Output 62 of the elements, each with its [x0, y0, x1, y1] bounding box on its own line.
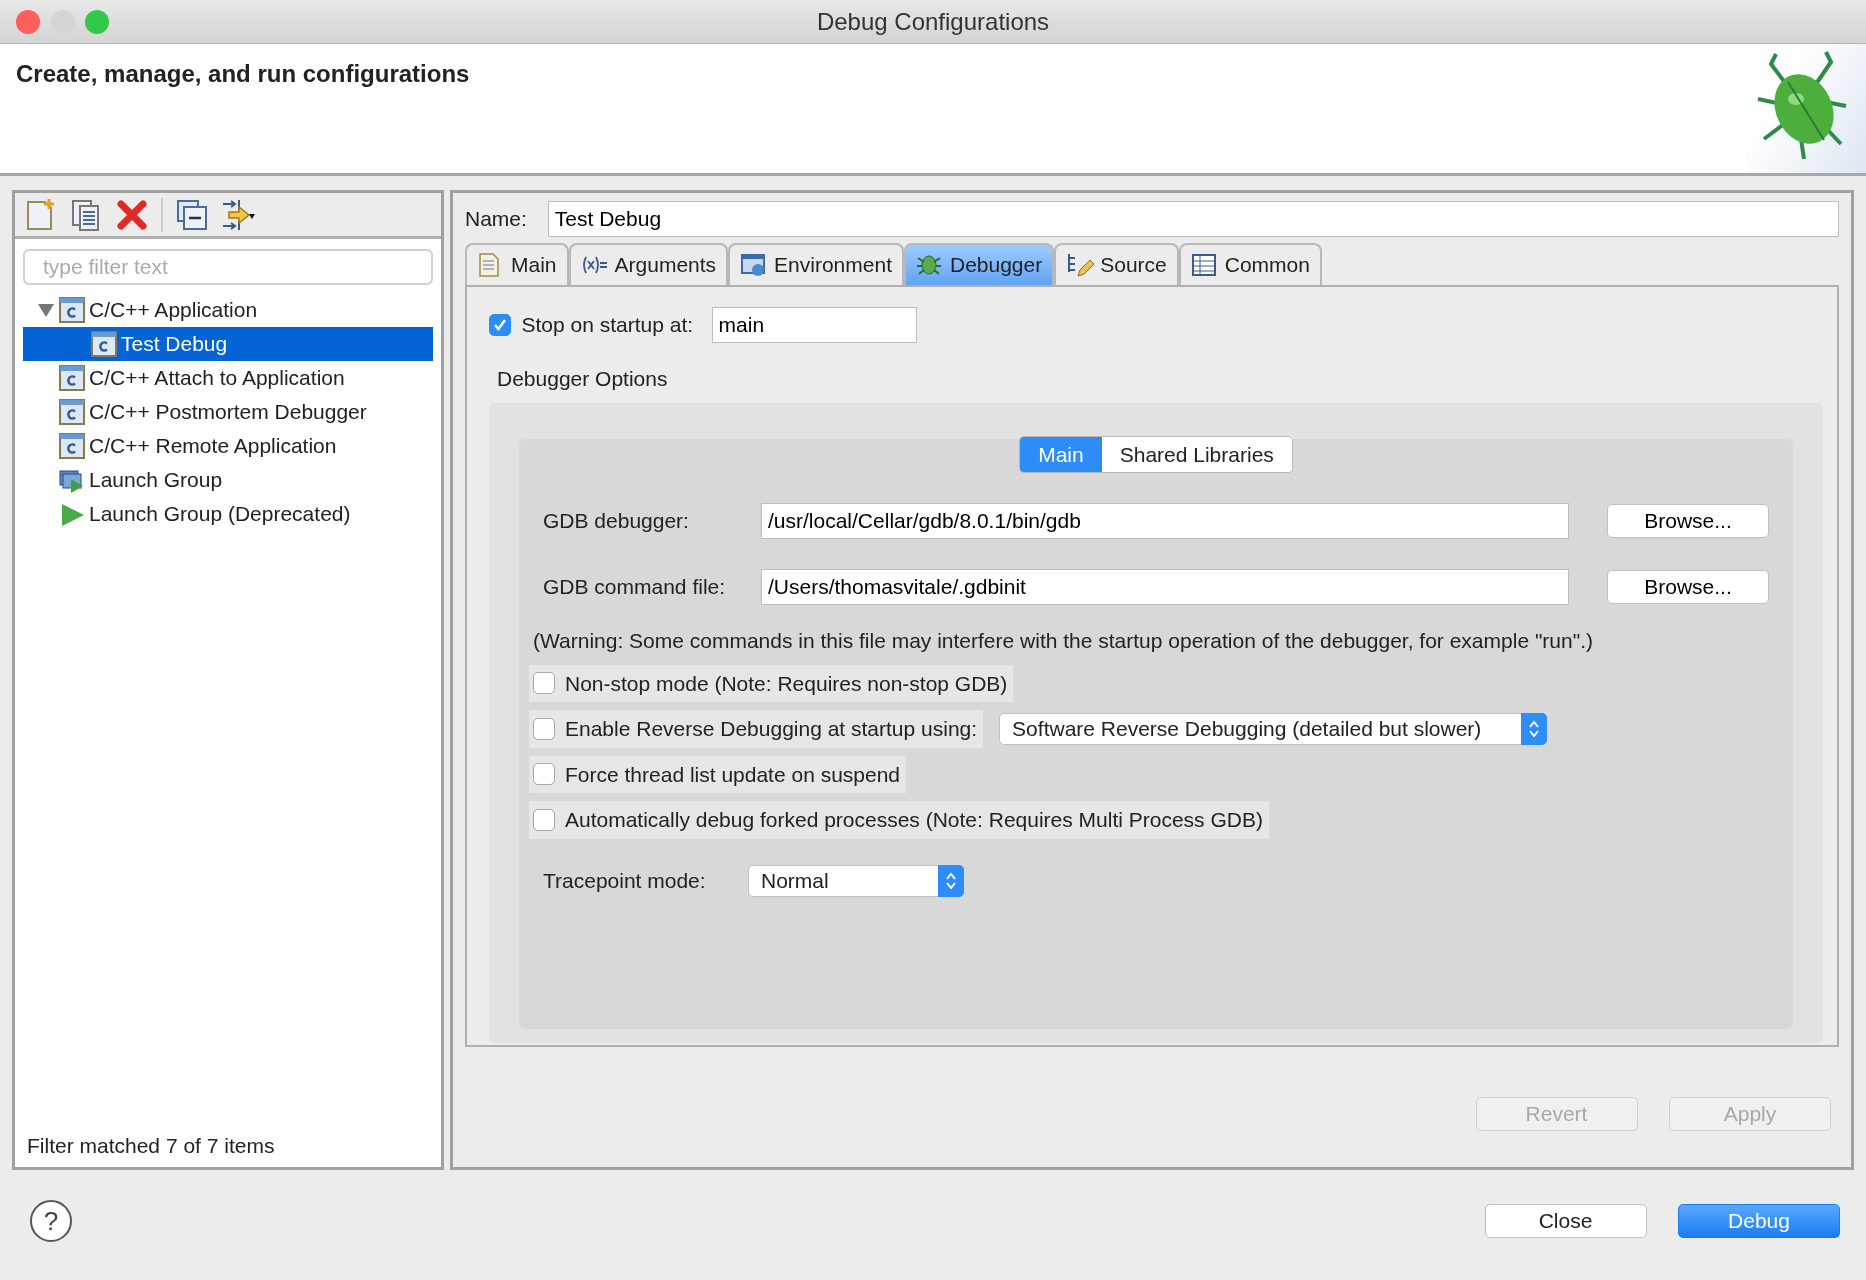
header-title: Create, manage, and run configurations — [15, 59, 470, 89]
play-icon — [59, 501, 85, 527]
tab[interactable]: Debugger — [903, 243, 1055, 285]
help-button[interactable]: ? — [30, 1200, 72, 1242]
tab[interactable]: Main — [465, 243, 569, 285]
tree-item[interactable]: Launch Group (Deprecated) — [23, 497, 433, 531]
tree-item[interactable]: Launch Group — [23, 463, 433, 497]
table-icon — [1190, 252, 1219, 278]
expanded-arrow-icon[interactable] — [37, 301, 55, 319]
window-title: Debug Configurations — [816, 6, 1050, 37]
tree-item[interactable]: C/C++ Application — [23, 293, 433, 327]
startup-field[interactable]: main — [711, 307, 917, 343]
tree-item[interactable]: C/C++ Remote Application — [23, 429, 433, 463]
checkmark-icon — [492, 317, 508, 333]
filter-arrows-icon[interactable] — [221, 197, 255, 232]
filter-field[interactable]: type filter text — [23, 249, 433, 285]
section-title: Debugger Options — [497, 366, 669, 392]
zoom-button[interactable] — [85, 10, 109, 34]
tab[interactable]: Source — [1054, 243, 1179, 285]
path-field[interactable]: /usr/local/Cellar/gdb/8.0.1/bin/gdb — [761, 503, 1569, 539]
chevron-updown-icon — [945, 870, 957, 891]
tree-item[interactable]: C/C++ Attach to Application — [23, 361, 433, 395]
field-label: GDB command file: — [543, 574, 727, 601]
tree-item[interactable]: C/C++ Postmortem Debugger — [23, 395, 433, 429]
checkbox[interactable] — [533, 763, 555, 786]
field-label: GDB debugger: — [543, 508, 690, 535]
tab[interactable]: Environment — [728, 243, 904, 285]
checkbox-label: Force thread list update on suspend — [565, 761, 901, 788]
field-label: Tracepoint mode: — [543, 867, 707, 894]
bug-icon — [915, 252, 944, 278]
name-field[interactable]: Test Debug — [547, 201, 1839, 237]
name-label: Name: — [465, 206, 527, 233]
window-play-icon — [59, 467, 85, 493]
close-button[interactable] — [16, 10, 40, 34]
browse-button[interactable]: Browse... — [1607, 570, 1769, 604]
tree-item[interactable]: Test Debug — [23, 327, 433, 361]
chevron-updown-icon — [1528, 718, 1541, 739]
c-file-icon — [59, 297, 85, 323]
delete-icon[interactable] — [115, 197, 149, 232]
checkbox[interactable] — [489, 314, 511, 336]
c-file-icon — [91, 331, 117, 357]
c-file-icon — [59, 365, 85, 391]
collapse-icon[interactable] — [175, 197, 209, 232]
tracepoint-select[interactable]: Normal — [748, 864, 964, 897]
path-field[interactable]: /Users/thomasvitale/.gdbinit — [761, 569, 1569, 605]
checkbox[interactable] — [533, 717, 555, 740]
checkbox-label: Enable Reverse Debugging at startup using: — [565, 716, 978, 742]
dialog-button[interactable]: Close — [1484, 1204, 1647, 1238]
tree-pencil-icon — [1066, 252, 1095, 278]
reverse-debug-select[interactable]: Software Reverse Debugging (detailed but slower) — [999, 712, 1548, 745]
checkbox[interactable] — [533, 808, 555, 831]
status-text: Filter matched 7 of 7 items — [26, 1132, 276, 1159]
checkbox[interactable] — [533, 672, 555, 695]
c-file-icon — [59, 433, 85, 459]
checkbox-label: Stop on startup at: — [521, 312, 694, 339]
checkbox-label: Automatically debug forked processes (Note: Requires Multi Process GDB) — [565, 807, 1263, 833]
warning-text: (Warning: Some commands in this file may interfere with the startup operation of the debugger, for example "run".) — [533, 628, 1594, 654]
checkbox-label: Non-stop mode (Note: Requires non-stop GDB) — [565, 670, 1008, 697]
tab[interactable]: Arguments — [568, 243, 729, 285]
tab[interactable]: Common — [1178, 243, 1322, 285]
c-file-icon — [59, 399, 85, 425]
browse-button[interactable]: Browse... — [1607, 504, 1769, 538]
